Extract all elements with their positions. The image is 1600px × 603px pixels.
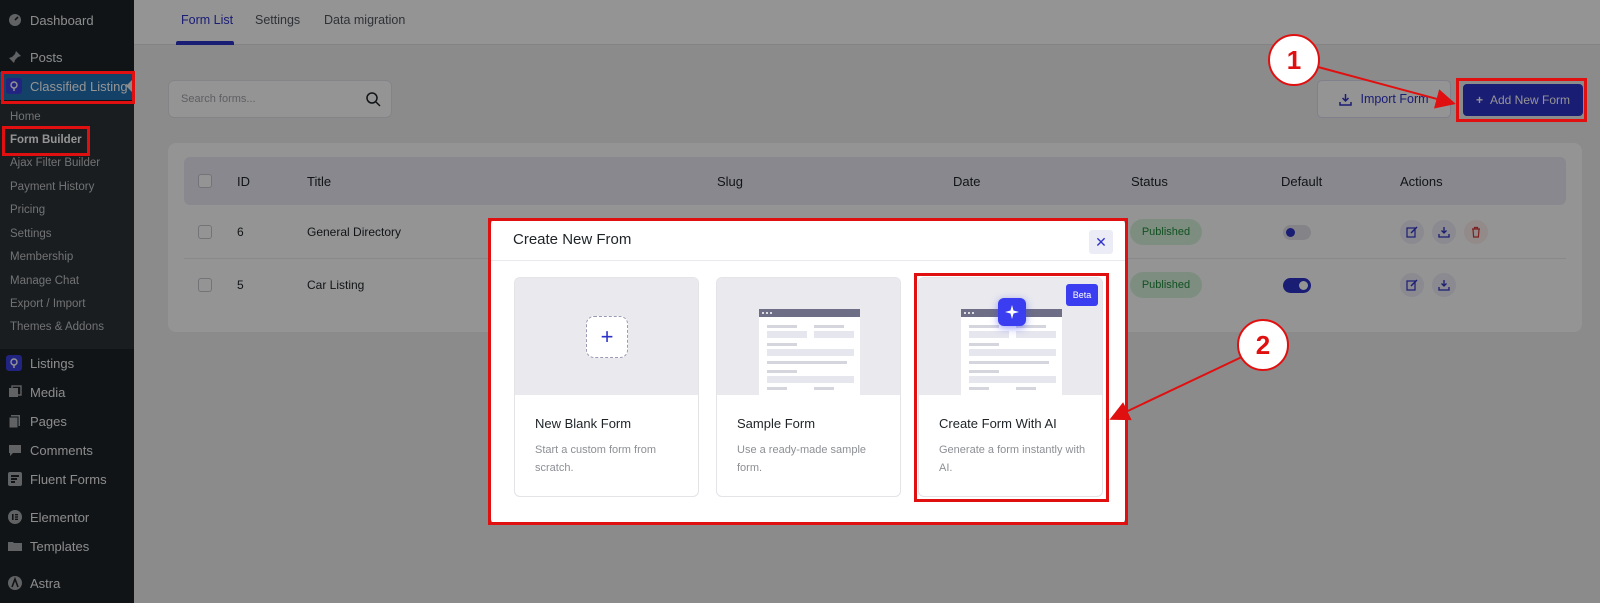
ai-form-card[interactable]: Beta Create Form With AI Generate a form… (918, 277, 1103, 497)
step-1-marker: 1 (1268, 34, 1320, 86)
close-icon[interactable]: ✕ (1089, 230, 1113, 254)
card-illustration: + (515, 278, 698, 395)
card-title: Sample Form (737, 416, 816, 431)
card-description: Use a ready-made sample form. (737, 444, 867, 474)
beta-badge: Beta (1066, 284, 1098, 306)
modal-title: Create New From (513, 231, 632, 248)
card-illustration (717, 278, 900, 395)
card-description: Start a custom form from scratch. (535, 444, 657, 474)
new-blank-form-card[interactable]: + New Blank Form Start a custom form fro… (514, 277, 699, 497)
card-title: Create Form With AI (939, 416, 1057, 431)
sample-form-card[interactable]: Sample Form Use a ready-made sample form… (716, 277, 901, 497)
card-title: New Blank Form (535, 416, 632, 431)
modal-divider (491, 260, 1125, 261)
card-description: Generate a form instantly with AI. (939, 444, 1086, 474)
step-2-marker: 2 (1237, 319, 1289, 371)
sparkle-icon (998, 298, 1026, 326)
form-preview-icon (759, 309, 860, 395)
card-illustration: Beta (919, 278, 1102, 395)
plus-icon: + (586, 316, 628, 358)
create-form-modal: Create New From ✕ + New Blank Form Start… (491, 220, 1125, 523)
